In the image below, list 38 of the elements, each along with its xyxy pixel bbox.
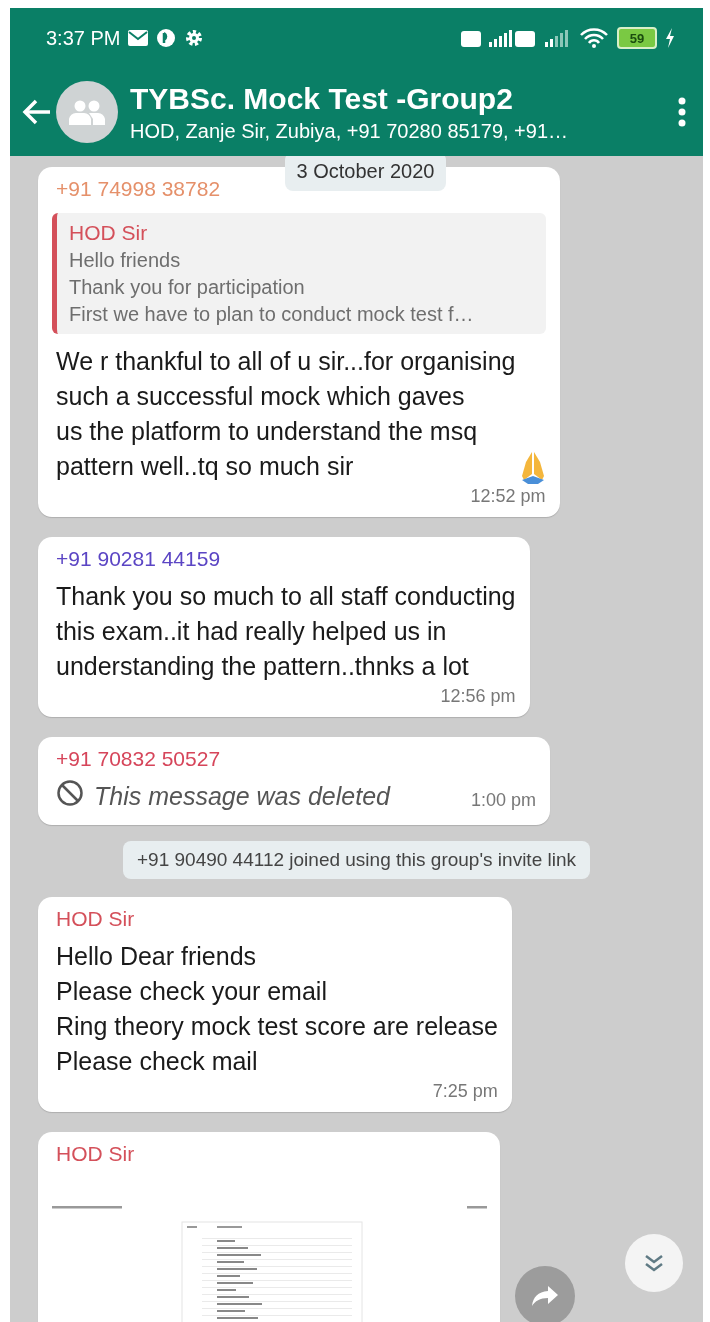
charging-icon: [665, 28, 675, 48]
message-time: 1:00 pm: [470, 790, 536, 811]
message-time: 7:25 pm: [432, 1081, 498, 1102]
forward-button[interactable]: [515, 1266, 575, 1322]
quoted-text: Hello friends: [69, 249, 182, 272]
back-icon[interactable]: [22, 99, 52, 125]
quoted-message[interactable]: HOD Sir Hello friends Thank you for participation First we have to plan to conduct mock test f…: [52, 213, 546, 334]
blocked-icon: [56, 779, 84, 807]
message-text: Thank you so much to all staff conducting this exam..it had really helped us in understanding the pattern..thnks a lot: [56, 581, 516, 682]
deleted-message-text: This message was deleted: [94, 782, 390, 811]
sender-name: HOD Sir: [56, 1142, 136, 1166]
date-chip: 3 October 2020: [284, 156, 447, 191]
signal-icon: [543, 27, 571, 49]
mail-icon: [128, 30, 149, 46]
battery-level: 59: [617, 27, 657, 49]
quoted-text: Thank you for participation: [69, 276, 306, 299]
sender-name: +91 70832 50527: [56, 747, 222, 771]
settings-icon: [184, 28, 205, 48]
menu-icon[interactable]: [677, 97, 687, 127]
share-arrow-icon: [530, 1284, 560, 1308]
quoted-sender: HOD Sir: [69, 221, 149, 245]
system-notice: +91 90490 44112 joined using this group's invite link: [123, 841, 590, 879]
status-time: 3:37 PM: [46, 26, 121, 50]
wifi-icon: [579, 27, 609, 49]
message-time: 12:52 pm: [470, 486, 546, 507]
quoted-text: First we have to plan to conduct mock test f…: [69, 303, 475, 326]
message-text: We r thankful to all of u sir...for organising such a successful mock which gaves us the platform to understand the msq pattern well..tq so much sir: [56, 346, 516, 482]
sender-name: HOD Sir: [56, 907, 136, 931]
praying-hands-icon: [519, 450, 546, 484]
message-time: 12:56 pm: [440, 686, 516, 707]
sender-name: +91 74998 38782: [56, 177, 222, 201]
chat-title[interactable]: TYBSc. Mock Test -Group2: [130, 81, 677, 116]
signal-icon: [461, 27, 535, 49]
sender-name: +91 90281 44159: [56, 547, 222, 571]
participants-list: HOD, Zanje Sir, Zubiya, +91 70280 85179, +91…: [130, 119, 677, 143]
app-icon: [156, 28, 177, 48]
message-text: Hello Dear friends Please check your email Ring theory mock test score are release Please check mail: [56, 941, 498, 1077]
double-chevron-down-icon: [643, 1253, 665, 1273]
